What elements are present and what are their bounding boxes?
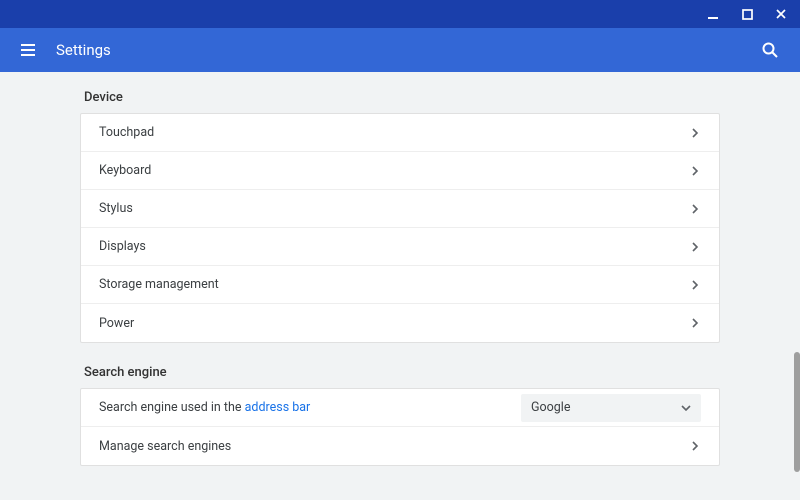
device-row-label: Displays — [99, 239, 689, 254]
scrollbar-thumb[interactable] — [794, 352, 800, 472]
search-button[interactable] — [758, 38, 782, 62]
window-titlebar — [0, 0, 800, 28]
chevron-right-icon — [689, 127, 701, 139]
device-row-label: Stylus — [99, 201, 689, 216]
section-search-engine: Search engine Search engine used in the … — [80, 365, 720, 466]
device-row-stylus[interactable]: Stylus — [81, 190, 719, 228]
search-engine-select-value: Google — [531, 400, 570, 415]
search-icon — [761, 41, 779, 59]
device-row-keyboard[interactable]: Keyboard — [81, 152, 719, 190]
device-row-label: Touchpad — [99, 125, 689, 140]
window-minimize-button[interactable] — [700, 3, 726, 25]
section-title-device: Device — [80, 90, 720, 113]
window-close-button[interactable] — [768, 3, 794, 25]
device-card: Touchpad Keyboard Stylus — [80, 113, 720, 343]
menu-icon — [19, 41, 37, 59]
chevron-right-icon — [689, 279, 701, 291]
search-engine-card: Search engine used in the address bar Go… — [80, 388, 720, 466]
chevron-right-icon — [689, 165, 701, 177]
page-title: Settings — [56, 41, 740, 59]
minimize-icon — [707, 8, 719, 20]
app-header: Settings — [0, 28, 800, 72]
device-row-touchpad[interactable]: Touchpad — [81, 114, 719, 152]
device-row-label: Storage management — [99, 277, 689, 292]
chevron-right-icon — [689, 203, 701, 215]
caret-down-icon — [681, 400, 691, 415]
device-row-displays[interactable]: Displays — [81, 228, 719, 266]
address-bar-link[interactable]: address bar — [245, 400, 311, 415]
window-maximize-button[interactable] — [734, 3, 760, 25]
search-engine-select[interactable]: Google — [521, 394, 701, 422]
manage-search-engines-label: Manage search engines — [99, 439, 689, 454]
settings-content: Device Touchpad Keyboard — [0, 72, 800, 500]
device-row-storage[interactable]: Storage management — [81, 266, 719, 304]
search-engine-label-prefix: Search engine used in the — [99, 400, 245, 415]
device-row-label: Power — [99, 316, 689, 331]
close-icon — [775, 8, 787, 20]
chevron-right-icon — [689, 440, 701, 452]
chevron-right-icon — [689, 241, 701, 253]
section-title-search-engine: Search engine — [80, 365, 720, 388]
chevron-right-icon — [689, 317, 701, 329]
section-device: Device Touchpad Keyboard — [80, 90, 720, 343]
device-row-label: Keyboard — [99, 163, 689, 178]
manage-search-engines-row[interactable]: Manage search engines — [81, 427, 719, 465]
maximize-icon — [742, 9, 753, 20]
search-engine-row: Search engine used in the address bar Go… — [81, 389, 719, 427]
device-row-power[interactable]: Power — [81, 304, 719, 342]
search-engine-label: Search engine used in the address bar — [99, 400, 521, 415]
menu-button[interactable] — [18, 40, 38, 60]
